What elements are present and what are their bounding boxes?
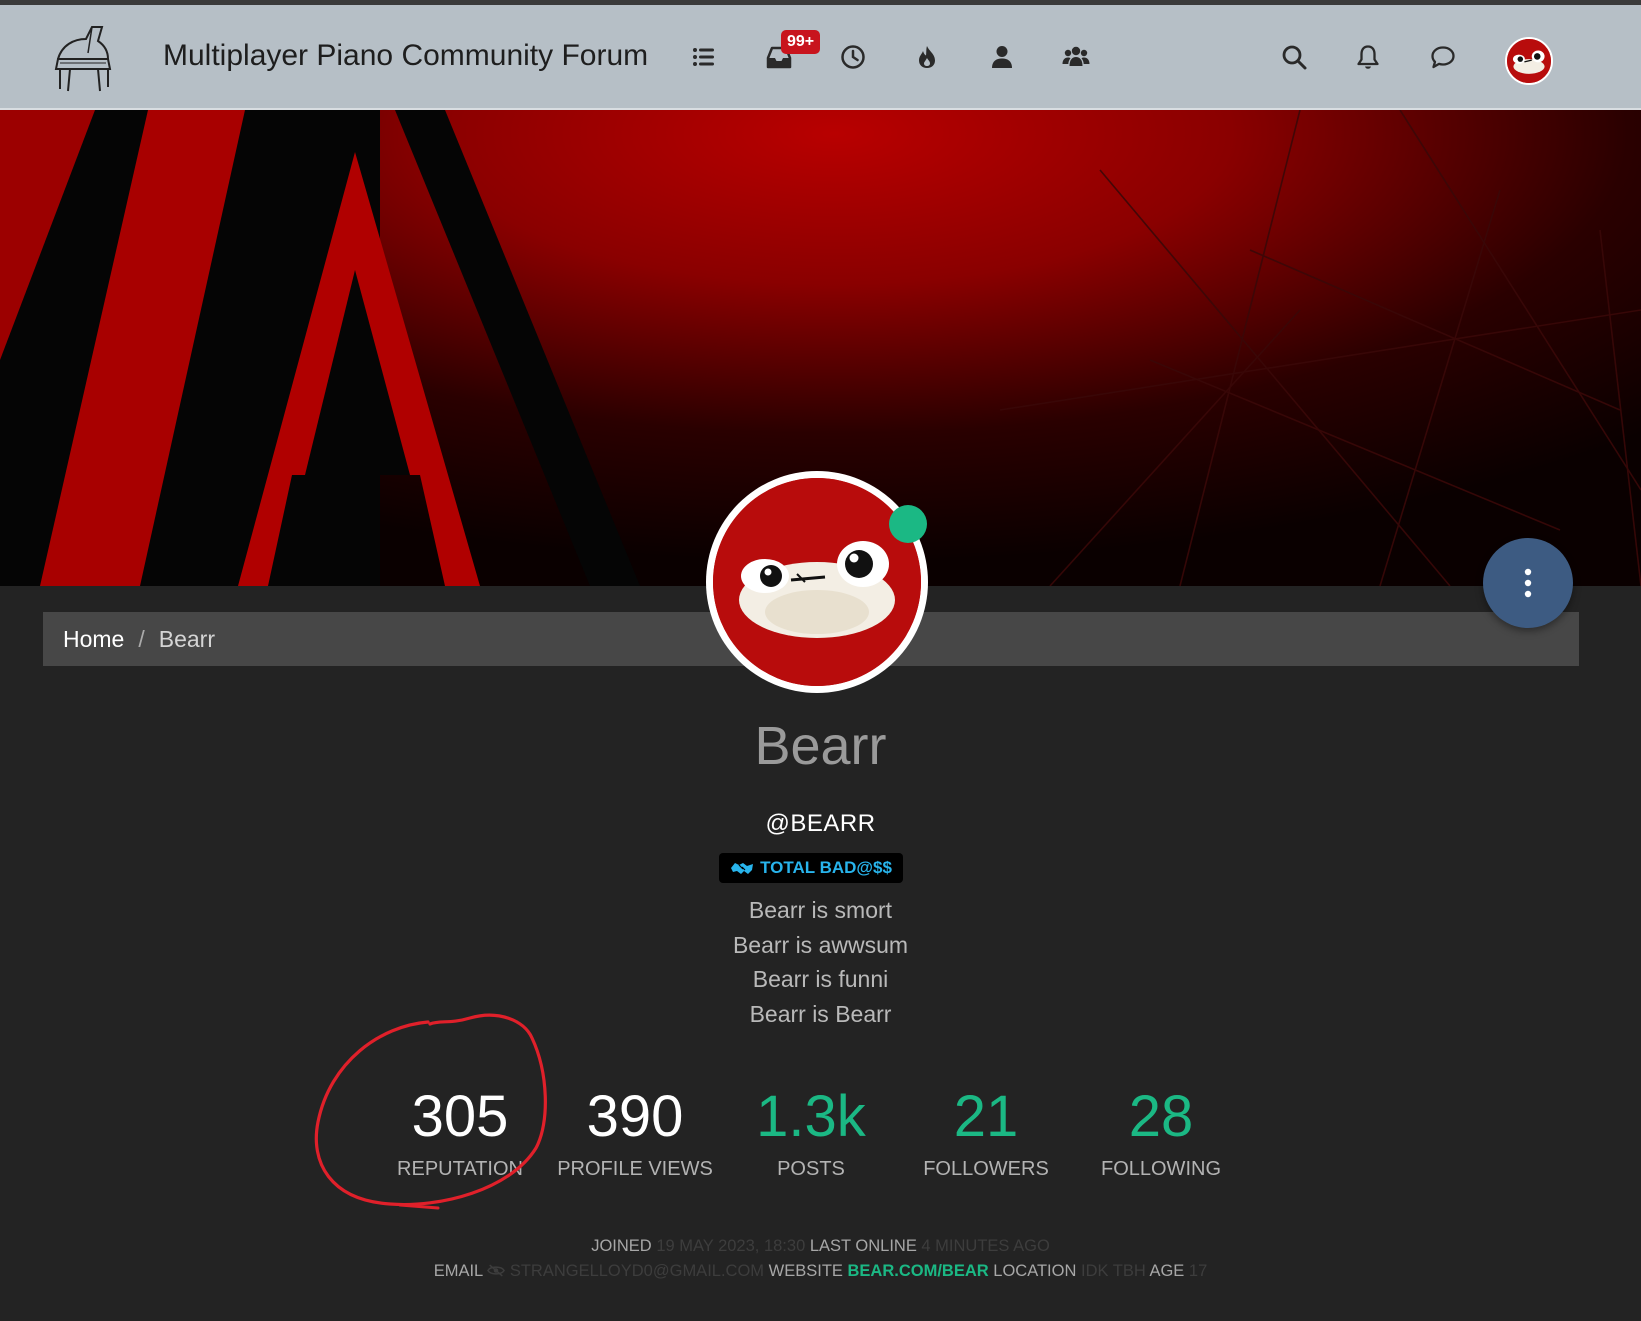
stat-posts[interactable]: 1.3k POSTS <box>721 1082 901 1181</box>
categories-icon[interactable] <box>688 41 720 73</box>
search-icon[interactable] <box>1278 41 1310 73</box>
profile-meta-line-1: JOINED 19 MAY 2023, 18:30 LAST ONLINE 4 … <box>0 1237 1641 1256</box>
recent-icon[interactable] <box>837 41 869 73</box>
age-value: 17 <box>1188 1262 1208 1280</box>
groups-icon[interactable] <box>1060 41 1092 73</box>
vertical-ellipsis-icon <box>1524 568 1532 598</box>
profile-username: @BEARR <box>765 810 876 837</box>
group-badge-label: TOTAL BAD@$$ <box>760 858 892 877</box>
stat-label: PROFILE VIEWS <box>557 1158 713 1180</box>
about-line: Bearr is funni <box>752 966 889 992</box>
stat-followers[interactable]: 21 FOLLOWERS <box>896 1082 1076 1181</box>
header-navbar: Multiplayer Piano Community Forum 99+ <box>0 5 1641 110</box>
stat-label: FOLLOWERS <box>923 1158 1049 1180</box>
email-label: EMAIL <box>433 1262 483 1280</box>
profile-meta-line-2: EMAIL STRANGELLOYD0@GMAIL.COM WEBSITE BE… <box>0 1262 1641 1281</box>
forum-title[interactable]: Multiplayer Piano Community Forum <box>163 39 648 73</box>
profile-display-name: Bearr <box>754 716 887 776</box>
stat-label: REPUTATION <box>397 1158 523 1180</box>
website-label: WEBSITE <box>768 1262 843 1280</box>
stat-reputation: 305 REPUTATION <box>370 1082 550 1181</box>
stat-profile-views: 390 PROFILE VIEWS <box>545 1082 725 1181</box>
stat-following[interactable]: 28 FOLLOWING <box>1071 1082 1251 1181</box>
profile-avatar <box>706 471 928 693</box>
stat-value[interactable]: 1.3k <box>721 1082 901 1152</box>
breadcrumb-home-link[interactable]: Home <box>63 626 124 653</box>
joined-value: 19 MAY 2023, 18:30 <box>656 1237 806 1255</box>
email-value: STRANGELLOYD0@GMAIL.COM <box>509 1262 765 1280</box>
age-label: AGE <box>1149 1262 1185 1280</box>
profile-actions-menu-button[interactable] <box>1483 538 1573 628</box>
breadcrumb-separator: / <box>138 625 145 652</box>
popular-fire-icon[interactable] <box>911 41 943 73</box>
last-online-value: 4 MINUTES AGO <box>921 1237 1050 1255</box>
handshake-icon <box>731 863 754 874</box>
stat-value: 305 <box>411 1084 509 1149</box>
group-badge[interactable]: TOTAL BAD@$$ <box>719 853 903 883</box>
website-link[interactable]: BEAR.COM/BEAR <box>848 1262 989 1280</box>
stat-label: POSTS <box>777 1158 845 1180</box>
notifications-bell-icon[interactable] <box>1352 41 1384 73</box>
last-online-label: LAST ONLINE <box>809 1237 917 1255</box>
current-user-avatar[interactable] <box>1505 37 1553 85</box>
breadcrumb-current: Bearr <box>158 625 215 652</box>
online-status-indicator <box>889 505 927 543</box>
eye-slash-icon <box>487 1264 506 1277</box>
chats-icon[interactable] <box>1427 41 1459 73</box>
profile-stats: 305 REPUTATION 390 PROFILE VIEWS 1.3k PO… <box>0 1082 1641 1192</box>
stat-value: 390 <box>586 1084 684 1149</box>
about-line: Bearr is smort <box>748 897 893 923</box>
profile-page: Multiplayer Piano Community Forum 99+ Ho… <box>0 0 1641 1321</box>
about-line: Bearr is Bearr <box>749 1000 892 1027</box>
joined-label: JOINED <box>591 1237 652 1255</box>
stat-label: FOLLOWING <box>1100 1158 1221 1180</box>
profile-avatar-image <box>713 478 921 686</box>
about-me: Bearr is smort Bearr is awwsum Bearr is … <box>0 893 1641 1031</box>
stat-value[interactable]: 21 <box>896 1082 1076 1152</box>
about-line: Bearr is awwsum <box>732 931 909 958</box>
users-icon[interactable] <box>986 41 1018 73</box>
stat-value[interactable]: 28 <box>1071 1082 1251 1152</box>
unread-count-badge: 99+ <box>781 30 821 54</box>
piano-logo-icon[interactable] <box>48 19 124 95</box>
location-label: LOCATION <box>993 1262 1077 1280</box>
location-value: IDK TBH <box>1080 1262 1146 1280</box>
